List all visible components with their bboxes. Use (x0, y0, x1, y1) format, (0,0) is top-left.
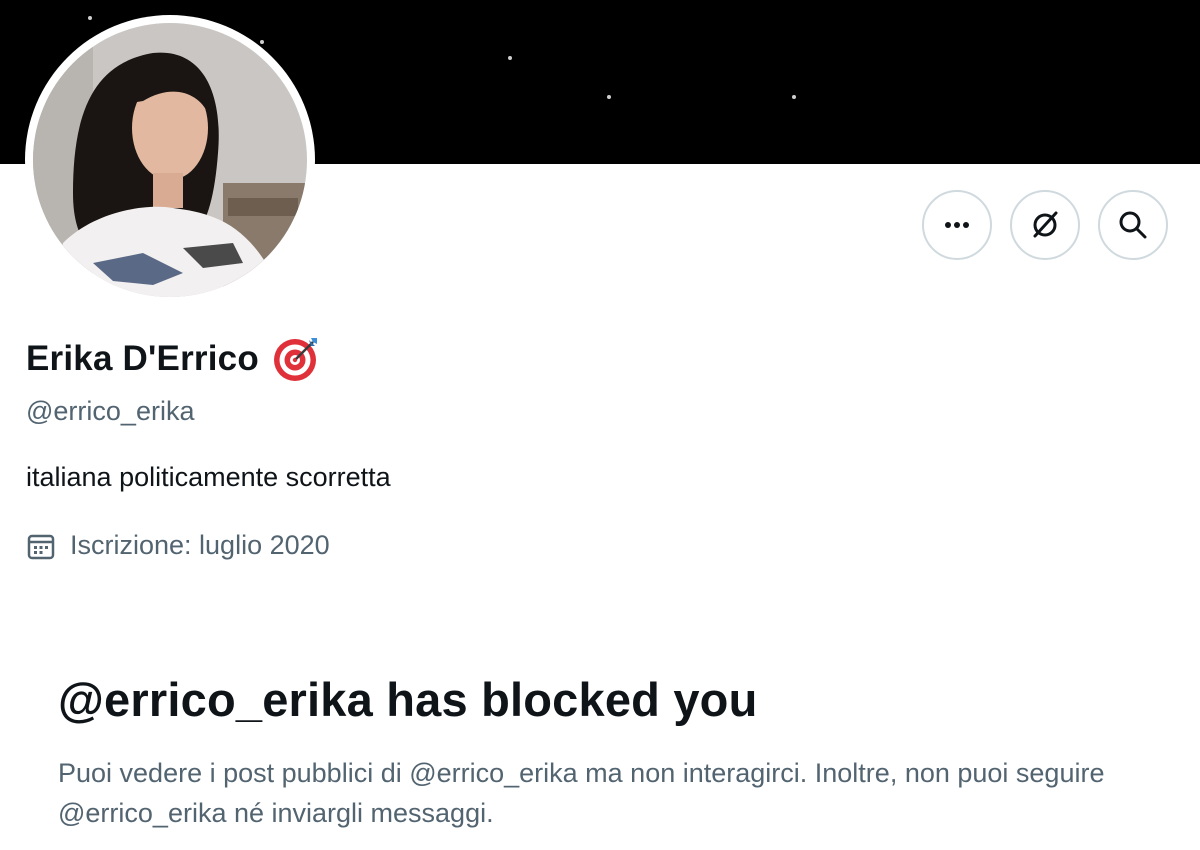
banner-star (88, 16, 92, 20)
banner-star (792, 95, 796, 99)
display-name: Erika D'Errico (26, 339, 259, 378)
blocked-description: Puoi vedere i post pubblici di @errico_e… (58, 758, 1105, 828)
banner-star (260, 40, 264, 44)
banner-star (607, 95, 611, 99)
banner-star (508, 56, 512, 60)
grok-button[interactable] (1010, 190, 1080, 260)
search-icon (1119, 211, 1147, 239)
profile-handle: @errico_erika (26, 396, 195, 426)
join-date-text: Iscrizione: luglio 2020 (70, 530, 330, 560)
target-emoji-icon (273, 338, 317, 381)
grok-icon (1033, 211, 1058, 238)
avatar-photo (33, 23, 307, 297)
join-date: Iscrizione: luglio 2020 (26, 530, 330, 561)
calendar-icon (27, 534, 55, 559)
blocked-title: @errico_erika has blocked you (58, 673, 758, 726)
profile-name-row: Erika D'Errico (26, 334, 321, 384)
more-button[interactable] (922, 190, 992, 260)
profile-bio: italiana politicamente scorretta (26, 462, 391, 492)
more-horizontal-icon (945, 222, 969, 228)
search-button[interactable] (1098, 190, 1168, 260)
profile-actions (922, 190, 1168, 260)
profile-avatar[interactable] (25, 15, 315, 305)
profile-page: Erika D'Errico @errico_erika italiana po… (0, 0, 1200, 850)
